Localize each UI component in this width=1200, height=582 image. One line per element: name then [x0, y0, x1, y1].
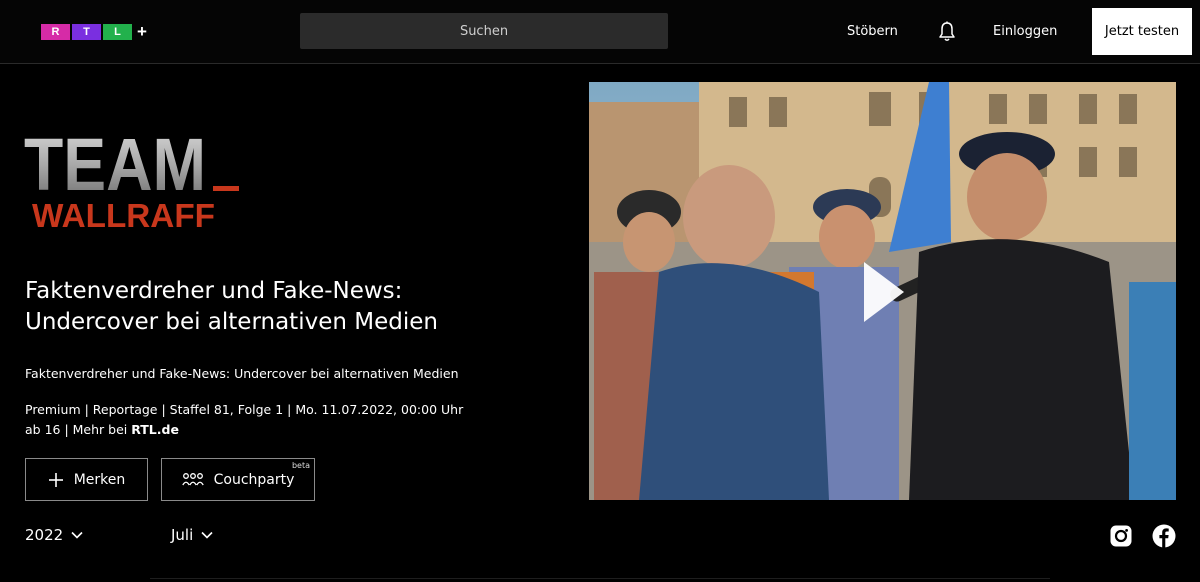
year-value: 2022 — [25, 526, 64, 544]
beta-badge: beta — [291, 461, 310, 470]
cap-man-face — [819, 205, 875, 269]
chevron-down-icon — [71, 531, 83, 539]
episode-title-line2: Undercover bei alternativen Medien — [25, 309, 438, 335]
content-divider — [150, 578, 1050, 579]
top-navigation: R T L + Suchen Stöbern Einloggen Jetzt t… — [0, 0, 1200, 64]
watchlist-label: Merken — [73, 471, 126, 488]
logo-word-team: TEAM — [24, 128, 206, 206]
interviewer-head — [683, 165, 775, 269]
year-select[interactable]: 2022 — [25, 526, 83, 544]
cyclist-face — [623, 212, 675, 272]
bystander-right — [1129, 282, 1176, 500]
interviewer-shirt — [639, 263, 829, 500]
episode-meta-line2: ab 16 | Mehr bei RTL.de — [25, 420, 463, 440]
interviewee-shirt — [909, 239, 1134, 500]
episode-description: Faktenverdreher und Fake-News: Undercove… — [25, 366, 459, 381]
search-placeholder: Suchen — [459, 23, 509, 39]
logo-word-wallraff: WALLRAFF — [32, 197, 215, 234]
month-select[interactable]: Juli — [171, 526, 213, 544]
episode-title-line1: Faktenverdreher und Fake-News: — [25, 278, 403, 304]
episode-meta: Premium | Reportage | Staffel 81, Folge … — [25, 400, 463, 440]
episode-title: Faktenverdreher und Fake-News: Undercove… — [25, 276, 565, 338]
couchparty-button[interactable]: beta Couchparty — [161, 458, 315, 501]
logo-plus: + — [137, 22, 147, 41]
chevron-down-icon — [201, 531, 213, 539]
watchlist-button[interactable]: Merken — [25, 458, 148, 501]
couchparty-label: Couchparty — [213, 471, 295, 488]
login-link[interactable]: Einloggen — [993, 24, 1057, 39]
free-trial-label: Jetzt testen — [1104, 24, 1180, 39]
bell-icon[interactable] — [938, 21, 956, 43]
group-icon — [181, 472, 204, 488]
age-rating-text: ab 16 | Mehr bei — [25, 422, 132, 437]
rtl-plus-logo[interactable]: R T L + — [41, 22, 147, 41]
rtl-de-link[interactable]: RTL.de — [131, 422, 179, 437]
episode-thumbnail[interactable] — [589, 82, 1176, 500]
nav-browse-link[interactable]: Stöbern — [847, 24, 898, 39]
episode-meta-line1: Premium | Reportage | Staffel 81, Folge … — [25, 402, 464, 417]
logo-letter-r: R — [41, 24, 70, 40]
plus-icon — [48, 472, 64, 488]
search-input[interactable]: Suchen — [300, 13, 668, 49]
month-value: Juli — [171, 526, 194, 544]
logo-letter-t: T — [72, 24, 101, 40]
facebook-icon[interactable] — [1152, 524, 1176, 548]
team-wallraff-logo: TEAM WALLRAFF — [24, 123, 244, 234]
interviewee-face — [967, 153, 1047, 241]
free-trial-button[interactable]: Jetzt testen — [1092, 8, 1192, 55]
instagram-icon[interactable] — [1109, 524, 1133, 548]
logo-letter-l: L — [103, 24, 132, 40]
logo-underscore — [213, 186, 239, 191]
